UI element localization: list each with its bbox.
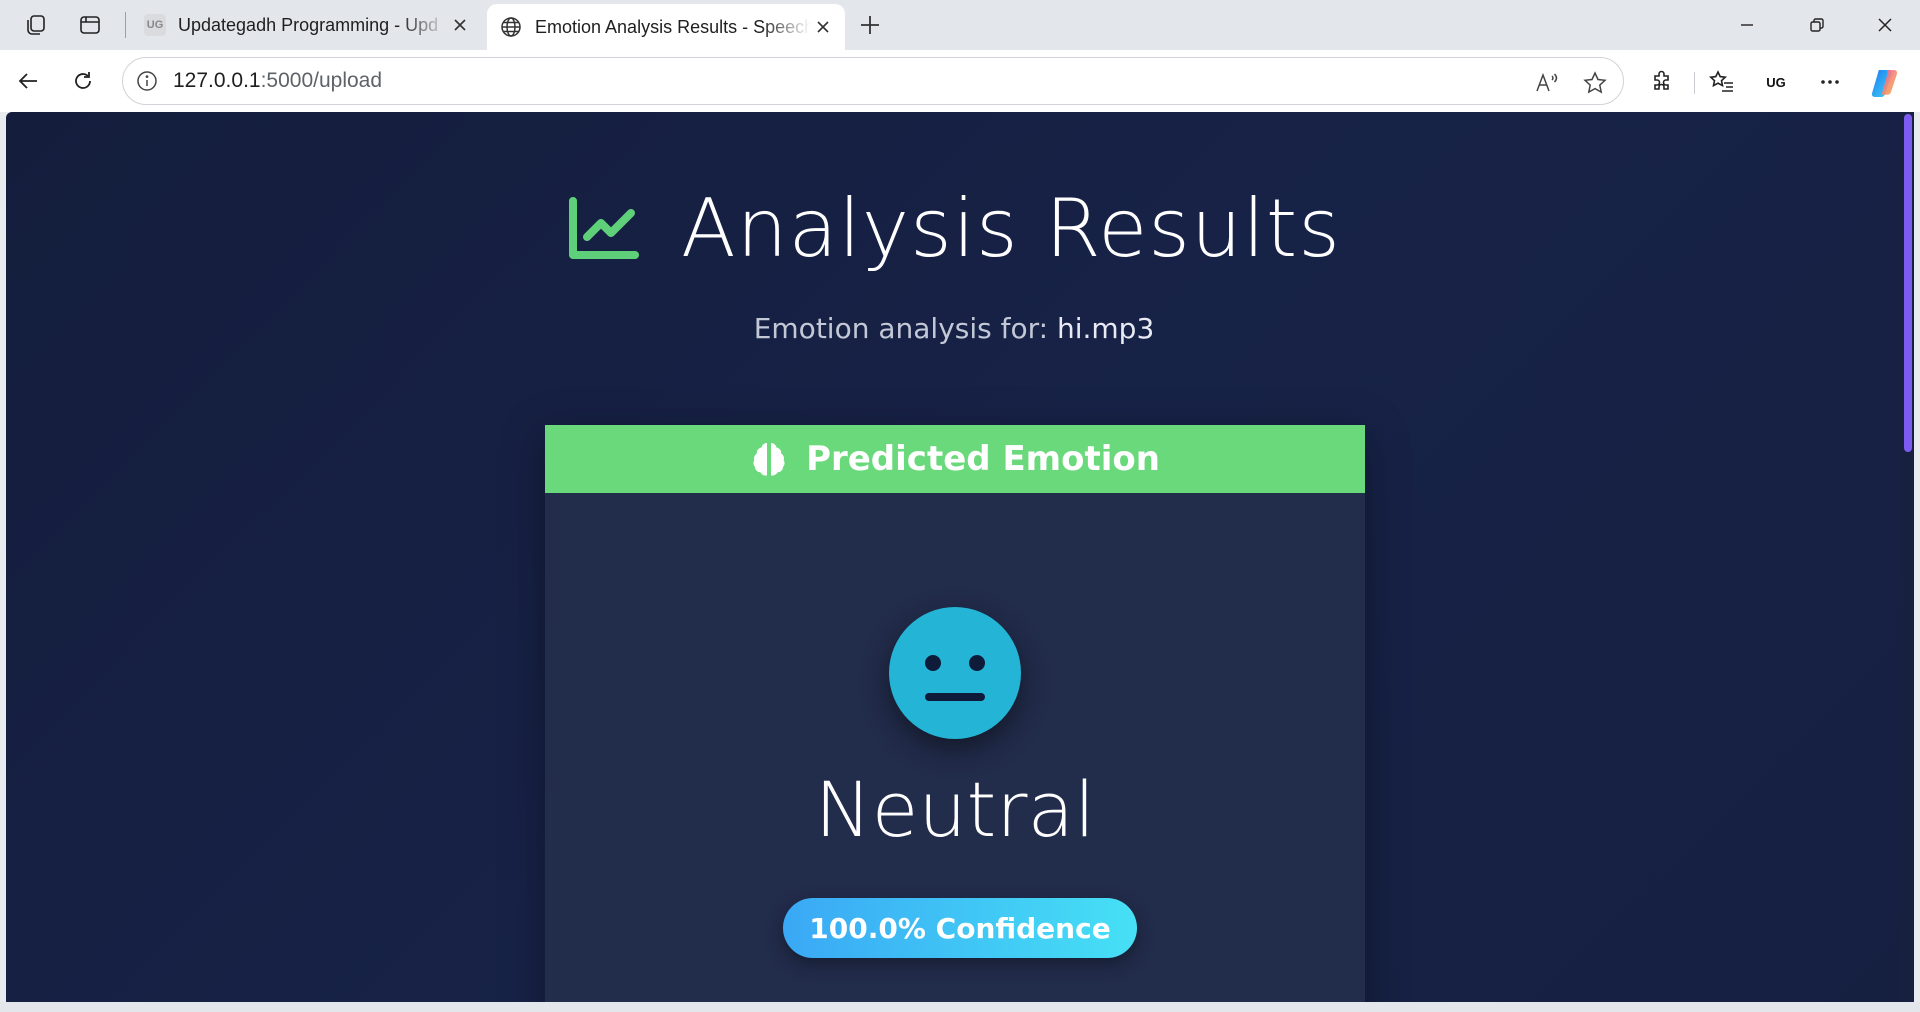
tab-title: Emotion Analysis Results - Speech (535, 16, 811, 37)
tab-actions-icon[interactable] (72, 8, 108, 42)
close-icon[interactable] (448, 13, 472, 37)
predicted-emotion-label: Neutral (814, 765, 1096, 854)
info-icon[interactable] (135, 69, 159, 93)
more-options-button[interactable] (1812, 64, 1848, 100)
url-path: :5000/upload (260, 69, 383, 92)
audio-filename: hi.mp3 (1056, 312, 1155, 345)
tab-title: Updategadh Programming - Upd (178, 14, 439, 35)
globe-icon (501, 17, 521, 37)
close-icon[interactable] (811, 15, 835, 39)
refresh-button[interactable] (64, 62, 102, 100)
copilot-icon[interactable] (1868, 64, 1904, 100)
face-eye (925, 655, 941, 671)
extensions-puzzle-icon[interactable] (1644, 64, 1680, 100)
more-dots-icon (1821, 80, 1839, 84)
ug-logo-icon: UG (1761, 67, 1791, 97)
page-subtitle: Emotion analysis for: hi.mp3 (6, 312, 1902, 345)
toolbar-divider (1694, 72, 1695, 94)
favorites-list-icon[interactable] (1704, 64, 1740, 100)
card-header: Predicted Emotion (545, 425, 1365, 493)
workspaces-icon[interactable] (18, 8, 54, 42)
restore-button[interactable] (1782, 0, 1852, 50)
page-heading: Analysis Results (6, 182, 1902, 275)
subtitle-prefix: Emotion analysis for: (753, 312, 1049, 345)
page-title: Analysis Results (681, 182, 1341, 275)
minimize-icon (1741, 24, 1753, 26)
back-button[interactable] (10, 62, 48, 100)
minimize-button[interactable] (1712, 0, 1782, 50)
card-header-label: Predicted Emotion (806, 439, 1160, 479)
tab-emotion-results[interactable]: Emotion Analysis Results - Speech (487, 4, 845, 50)
restore-icon (1810, 18, 1824, 32)
close-window-button[interactable] (1850, 0, 1920, 50)
brain-icon (753, 443, 785, 476)
arrow-left-icon (18, 73, 37, 89)
page-viewport: Analysis Results Emotion analysis for: h… (6, 112, 1914, 1002)
browser-toolbar: 127.0.0.1:5000/upload UG (0, 50, 1920, 112)
new-tab-button[interactable] (852, 8, 888, 42)
favorite-star-icon[interactable] (1581, 69, 1609, 97)
ug-logo-icon: UG (144, 14, 166, 36)
tab-updategadh[interactable]: UG Updategadh Programming - Upd (132, 4, 482, 46)
close-icon (1878, 18, 1892, 32)
tab-separator (125, 12, 126, 38)
read-aloud-icon[interactable] (1533, 69, 1561, 97)
confidence-badge: 100.0% Confidence (783, 898, 1137, 958)
face-eye (969, 655, 985, 671)
scrollbar-thumb[interactable] (1904, 114, 1912, 452)
face-mouth (925, 693, 985, 701)
page-scrollbar[interactable] (1900, 112, 1914, 1002)
address-bar[interactable]: 127.0.0.1:5000/upload (122, 57, 1624, 105)
plus-icon (861, 16, 879, 34)
chart-line-icon (569, 196, 640, 259)
url-host: 127.0.0.1 (173, 69, 261, 92)
prediction-card: Predicted Emotion Neutral 100.0% Confide… (545, 425, 1365, 1002)
refresh-icon (75, 72, 91, 89)
tab-strip: UG Updategadh Programming - Upd Emotion … (0, 0, 1920, 50)
neutral-face-icon (889, 607, 1021, 739)
ug-extension-button[interactable]: UG (1758, 64, 1794, 100)
url-text: 127.0.0.1:5000/upload (173, 69, 382, 93)
window-bottom-edge (0, 1002, 1920, 1012)
